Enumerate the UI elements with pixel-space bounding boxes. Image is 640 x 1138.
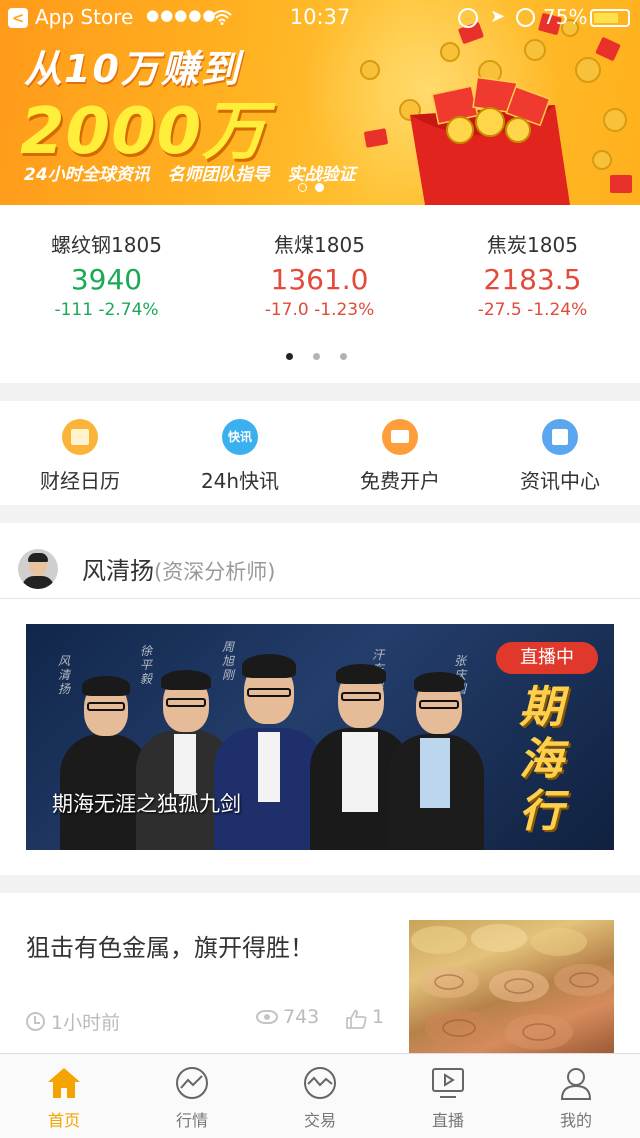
eye-icon	[256, 1010, 278, 1024]
avatar[interactable]	[18, 549, 58, 589]
location-icon: ➤	[490, 6, 506, 27]
quotes-dot[interactable]	[340, 353, 347, 360]
quote-price: 3940	[70, 263, 143, 296]
presenter-shirt	[342, 732, 378, 812]
clock-icon	[26, 1012, 45, 1031]
glasses	[247, 688, 291, 697]
analyst-live-card: 风清扬(资深分析师) 风清扬 徐平毅 周旭刚 汗东强 张庆国	[0, 523, 640, 875]
presenter-hair	[336, 664, 386, 684]
live-badge: 直播中	[496, 642, 598, 674]
red-envelope-illustration	[360, 13, 632, 205]
quotes-dot[interactable]	[313, 353, 320, 360]
news-likes: 1	[372, 1006, 385, 1028]
live-icon	[432, 1068, 464, 1098]
market-quotes-panel: 螺纹钢1805 3940 -111 -2.74% 焦煤1805 1361.0 -…	[0, 205, 640, 383]
tab-label: 直播	[431, 1111, 464, 1130]
tab-label: 交易	[303, 1111, 336, 1130]
divider	[0, 598, 640, 599]
glasses	[419, 700, 459, 709]
flash-news-button[interactable]: 快讯 24h快讯	[160, 419, 320, 494]
banner-dot-active[interactable]	[315, 183, 324, 192]
tab-trade[interactable]: 交易	[256, 1054, 384, 1138]
quick-menu-label: 24h快讯	[200, 469, 280, 493]
quotes-page-indicator[interactable]	[286, 353, 347, 360]
flash-news-icon: 快讯	[222, 419, 258, 455]
news-views: 743	[283, 1006, 320, 1028]
banner-tagline: 24小时全球资讯 名师团队指导 实战验证	[24, 165, 356, 185]
chart-news-icon	[542, 419, 578, 455]
quote-change: -27.5 -1.24%	[477, 300, 588, 320]
calligraphy-decoration: 风清扬	[58, 654, 71, 696]
analyst-name-row[interactable]: 风清扬(资深分析师)	[82, 551, 275, 586]
tab-home[interactable]: 首页	[0, 1054, 128, 1138]
bottom-tab-bar: 首页 行情 交易 直播 我的	[0, 1053, 640, 1138]
alarm-icon	[516, 8, 535, 27]
live-video-thumbnail[interactable]: 风清扬 徐平毅 周旭刚 汗东强 张庆国	[26, 624, 614, 850]
card-icon	[382, 419, 418, 455]
video-brand-logo: 期海行	[519, 682, 563, 837]
analyst-name: 风清扬	[82, 557, 154, 585]
glasses	[341, 692, 381, 701]
analyst-role: (资深分析师)	[154, 560, 276, 584]
battery-percent: 75%	[543, 5, 588, 29]
presenter-hair	[161, 670, 211, 690]
news-time-text: 1小时前	[51, 1012, 121, 1034]
banner-dot[interactable]	[298, 183, 307, 192]
quick-menu: 财经日历 快讯 24h快讯 免费开户 资讯中心	[0, 401, 640, 505]
news-time: 1小时前	[26, 1008, 120, 1035]
tab-label: 行情	[175, 1111, 208, 1130]
calligraphy-decoration: 周旭刚	[222, 640, 235, 682]
open-account-button[interactable]: 免费开户	[320, 419, 480, 494]
metal-coils-image	[411, 924, 614, 1050]
thumbs-up-icon[interactable]	[345, 1009, 367, 1029]
status-bar: < App Store ●●●●● 10:37 ➤ 75%	[0, 0, 640, 36]
presenter-hair	[82, 676, 130, 696]
quote-symbol: 焦煤1805	[274, 233, 365, 257]
presenter-hair	[414, 672, 464, 692]
quotes-dot-active[interactable]	[286, 353, 293, 360]
rotation-lock-icon	[458, 8, 478, 28]
quote-symbol: 螺纹钢1805	[51, 233, 162, 257]
news-thumbnail[interactable]	[409, 920, 614, 1053]
finance-calendar-button[interactable]: 财经日历	[0, 419, 160, 494]
trade-icon	[304, 1067, 336, 1099]
presenter-shirt	[174, 734, 196, 794]
quote-price: 1361.0	[270, 263, 369, 296]
home-icon	[48, 1068, 80, 1098]
quick-menu-label: 资讯中心	[520, 469, 600, 493]
presenter-shirt	[258, 732, 280, 802]
video-title: 期海无涯之独孤九剑	[52, 792, 241, 816]
calligraphy-decoration: 徐平毅	[140, 644, 153, 686]
quick-menu-label: 免费开户	[360, 469, 440, 493]
calendar-icon	[62, 419, 98, 455]
news-title[interactable]: 狙击有色金属，旗开得胜！	[26, 928, 314, 963]
presenter-hair	[242, 654, 296, 678]
market-icon	[176, 1067, 208, 1099]
quote-price: 2183.5	[483, 263, 582, 296]
news-item[interactable]: 狙击有色金属，旗开得胜！ 1小时前 743 1	[0, 893, 640, 1053]
news-center-button[interactable]: 资讯中心	[480, 419, 640, 494]
tab-label: 首页	[47, 1111, 80, 1130]
promo-banner[interactable]: < App Store ●●●●● 10:37 ➤ 75% 从10万赚到 200…	[0, 0, 640, 205]
avatar-hair	[28, 553, 48, 562]
glasses	[87, 702, 125, 711]
tab-live[interactable]: 直播	[384, 1054, 512, 1138]
quick-menu-label: 财经日历	[40, 469, 120, 493]
battery-level	[594, 13, 618, 23]
avatar-suit	[22, 576, 54, 589]
profile-icon	[560, 1068, 592, 1100]
quote-symbol: 焦炭1805	[487, 233, 578, 257]
quote-change: -111 -2.74%	[54, 300, 159, 320]
tab-market[interactable]: 行情	[128, 1054, 256, 1138]
banner-amount: 2000万	[20, 95, 268, 169]
quote-change: -17.0 -1.23%	[264, 300, 375, 320]
tab-profile[interactable]: 我的	[512, 1054, 640, 1138]
battery-icon	[590, 9, 630, 27]
banner-page-indicator[interactable]	[298, 183, 324, 192]
glasses	[166, 698, 206, 707]
presenter-shirt	[420, 738, 450, 808]
tab-label: 我的	[559, 1111, 592, 1130]
